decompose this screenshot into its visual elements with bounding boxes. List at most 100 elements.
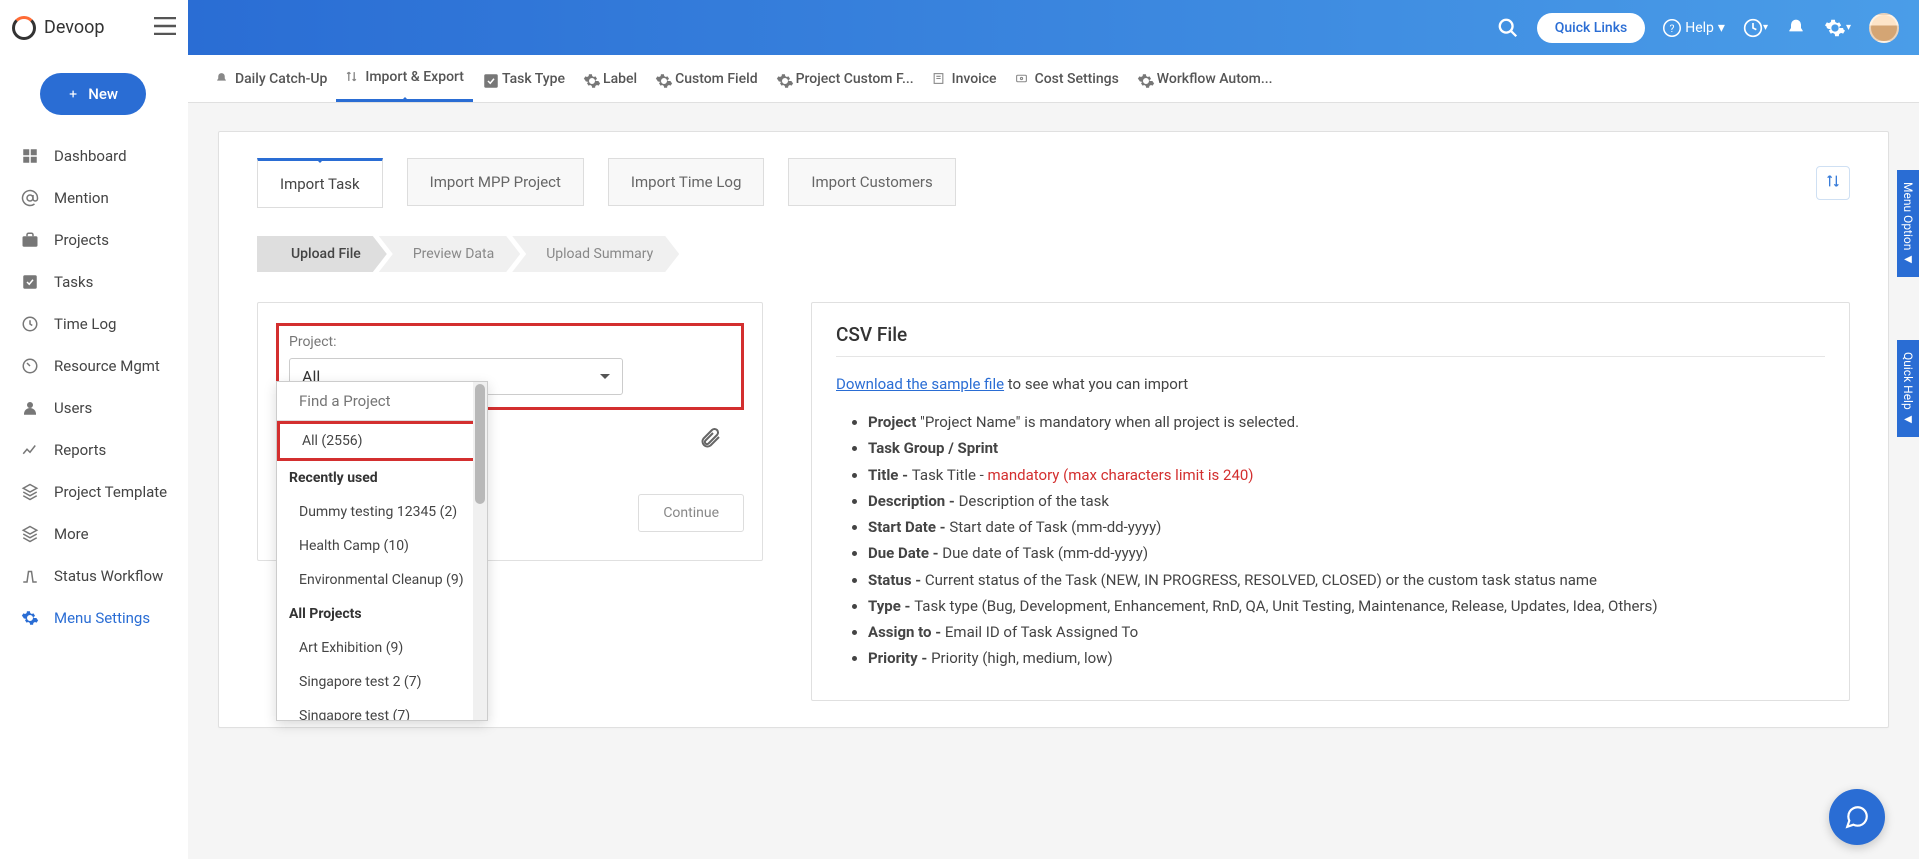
dropdown-item-all[interactable]: All (2556) xyxy=(277,421,487,461)
tool-label: Cost Settings xyxy=(1035,71,1119,87)
tool-label: Import & Export xyxy=(365,69,464,85)
sidebar-item-resource-mgmt[interactable]: Resource Mgmt xyxy=(0,345,188,387)
sidebar-item-projects[interactable]: Projects xyxy=(0,219,188,261)
panel-tab-import-time-log[interactable]: Import Time Log xyxy=(608,158,764,206)
csv-info-card: CSV File Download the sample file to see… xyxy=(811,302,1850,701)
swap-icon xyxy=(345,70,359,84)
tool-tab-invoice[interactable]: Invoice xyxy=(923,55,1006,102)
csv-list-item: Title - Task Title - mandatory (max char… xyxy=(868,462,1825,488)
sidebar-item-reports[interactable]: Reports xyxy=(0,429,188,471)
csv-list-item: Status - Current status of the Task (NEW… xyxy=(868,567,1825,593)
check-icon xyxy=(20,272,40,292)
dropdown-item[interactable]: Singapore test 2 (7) xyxy=(277,665,487,699)
nav-label: Tasks xyxy=(54,273,93,291)
tool-label: Workflow Autom... xyxy=(1157,71,1273,87)
project-label: Project: xyxy=(289,334,731,350)
history-icon[interactable]: ▾ xyxy=(1743,18,1768,38)
tool-label: Project Custom F... xyxy=(796,71,914,87)
user-icon xyxy=(20,398,40,418)
nav-label: Projects xyxy=(54,231,109,249)
nav-label: Resource Mgmt xyxy=(54,357,160,375)
logo-icon xyxy=(12,16,36,40)
check-icon xyxy=(482,72,496,86)
dropdown-item[interactable]: Art Exhibition (9) xyxy=(277,631,487,665)
chevron-down-icon: ▾ xyxy=(1718,20,1725,36)
new-label: New xyxy=(88,85,118,103)
dropdown-item[interactable]: Health Camp (10) xyxy=(277,529,487,563)
app-name: Devoop xyxy=(44,17,104,38)
tool-label: Task Type xyxy=(502,71,565,87)
side-tab-menu-option[interactable]: Menu Option◀ xyxy=(1897,170,1919,277)
workflow-icon xyxy=(20,566,40,586)
search-icon[interactable] xyxy=(1497,17,1519,39)
dropdown-item[interactable]: Dummy testing 12345 (2) xyxy=(277,495,487,529)
project-dropdown: All (2556) Recently used Dummy testing 1… xyxy=(276,381,488,721)
tool-tab-label[interactable]: Label xyxy=(574,55,646,102)
app-logo[interactable]: Devoop xyxy=(12,16,104,40)
gear-icon xyxy=(655,72,669,86)
panel-tab-import-mpp-project[interactable]: Import MPP Project xyxy=(407,158,584,206)
csv-list-item: Description - Description of the task xyxy=(868,488,1825,514)
gear-icon xyxy=(1137,72,1151,86)
hamburger-icon[interactable] xyxy=(154,17,176,39)
nav-label: Status Workflow xyxy=(54,567,163,585)
sidebar-item-menu-settings[interactable]: Menu Settings xyxy=(0,597,188,639)
sidebar-item-mention[interactable]: Mention xyxy=(0,177,188,219)
csv-list-item: Assign to - Email ID of Task Assigned To xyxy=(868,619,1825,645)
step-preview-data: Preview Data xyxy=(379,236,520,272)
help-menu[interactable]: ? Help ▾ xyxy=(1663,19,1725,37)
attachment-icon[interactable] xyxy=(698,423,722,455)
chart-icon xyxy=(20,440,40,460)
dropdown-item[interactable]: Environmental Cleanup (9) xyxy=(277,563,487,597)
tool-label: Custom Field xyxy=(675,71,758,87)
tool-label: Daily Catch-Up xyxy=(235,71,327,87)
settings-toolbar: Daily Catch-Up Import & Export Task Type La… xyxy=(188,55,1919,103)
panel-tab-import-customers[interactable]: Import Customers xyxy=(788,158,955,206)
main-content: Import Task Import MPP Project Import Time… xyxy=(188,103,1919,859)
gear-icon xyxy=(776,72,790,86)
tool-tab-custom-field[interactable]: Custom Field xyxy=(646,55,767,102)
step-upload-summary: Upload Summary xyxy=(512,236,679,272)
tool-tab-daily-catch-up[interactable]: Daily Catch-Up xyxy=(206,55,336,102)
scrollbar[interactable] xyxy=(473,382,487,720)
download-sample-link[interactable]: Download the sample file xyxy=(836,375,1004,393)
sidebar-item-more[interactable]: More xyxy=(0,513,188,555)
gear-icon xyxy=(583,72,597,86)
csv-title: CSV File xyxy=(836,323,1825,357)
sidebar-item-tasks[interactable]: Tasks xyxy=(0,261,188,303)
side-tab-quick-help[interactable]: Quick Help◀ xyxy=(1897,340,1919,437)
tool-tab-project-custom-f-[interactable]: Project Custom F... xyxy=(767,55,923,102)
sidebar-item-dashboard[interactable]: Dashboard xyxy=(0,135,188,177)
csv-list-item: Due Date - Due date of Task (mm-dd-yyyy) xyxy=(868,540,1825,566)
new-button[interactable]: New xyxy=(40,73,146,115)
help-label: Help xyxy=(1685,20,1714,36)
top-header: Quick Links ? Help ▾ ▾ ▾ xyxy=(188,0,1919,55)
continue-button[interactable]: Continue xyxy=(638,494,744,532)
sidebar-item-time-log[interactable]: Time Log xyxy=(0,303,188,345)
dashboard-icon xyxy=(20,146,40,166)
gauge-icon xyxy=(20,356,40,376)
bell-icon[interactable] xyxy=(1786,18,1806,38)
dropdown-item[interactable]: Singapore test (7) xyxy=(277,699,487,721)
chat-button[interactable] xyxy=(1829,789,1885,845)
tool-tab-workflow-autom-[interactable]: Workflow Autom... xyxy=(1128,55,1282,102)
nav-label: Mention xyxy=(54,189,109,207)
swap-icon[interactable] xyxy=(1816,166,1850,200)
csv-list-item: Priority - Priority (high, medium, low) xyxy=(868,645,1825,671)
quick-links-button[interactable]: Quick Links xyxy=(1537,13,1646,43)
user-avatar[interactable] xyxy=(1869,13,1899,43)
tool-tab-import-export[interactable]: Import & Export xyxy=(336,55,473,102)
nav-label: Time Log xyxy=(54,315,116,333)
sidebar-item-project-template[interactable]: Project Template xyxy=(0,471,188,513)
invoice-icon xyxy=(932,72,946,86)
csv-list-item: Start Date - Start date of Task (mm-dd-y… xyxy=(868,514,1825,540)
sidebar-item-users[interactable]: Users xyxy=(0,387,188,429)
gear-icon xyxy=(20,608,40,628)
sidebar-item-status-workflow[interactable]: Status Workflow xyxy=(0,555,188,597)
csv-after-text: to see what you can import xyxy=(1004,375,1188,393)
project-search-input[interactable] xyxy=(277,382,487,421)
tool-tab-task-type[interactable]: Task Type xyxy=(473,55,574,102)
tool-tab-cost-settings[interactable]: Cost Settings xyxy=(1006,55,1128,102)
settings-gear-icon[interactable]: ▾ xyxy=(1824,17,1851,39)
panel-tab-import-task[interactable]: Import Task xyxy=(257,158,383,208)
